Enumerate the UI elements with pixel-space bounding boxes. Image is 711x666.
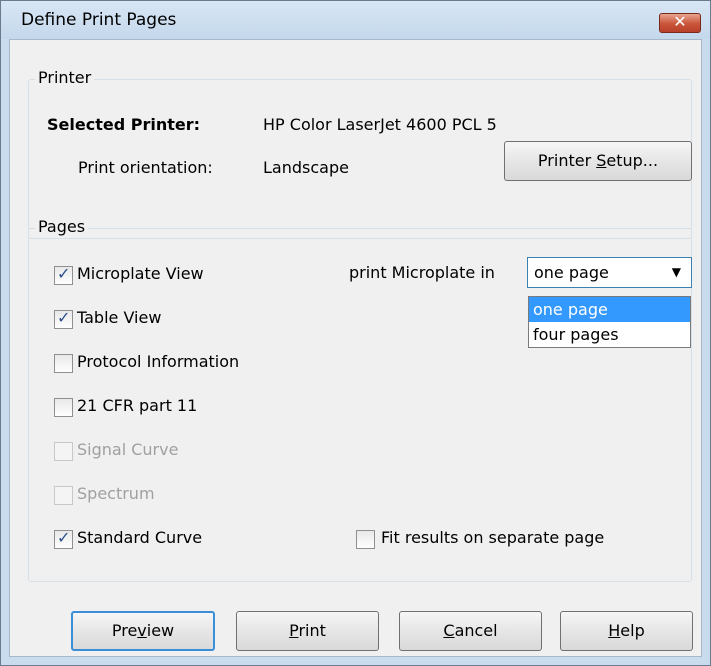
preview-accel: v — [137, 621, 147, 640]
dialog-title: Define Print Pages — [21, 10, 177, 30]
print-orientation-value: Landscape — [263, 158, 349, 177]
printer-setup-accel: S — [596, 151, 607, 170]
help-button[interactable]: Help — [560, 611, 693, 651]
print-button[interactable]: Print — [236, 611, 379, 651]
fit-results-checkbox[interactable] — [356, 530, 375, 549]
spectrum-label: Spectrum — [77, 484, 155, 503]
fit-results-label: Fit results on separate page — [381, 528, 605, 547]
cfr-part-11-label: 21 CFR part 11 — [77, 396, 198, 415]
table-view-label: Table View — [77, 308, 162, 327]
selected-printer-value: HP Color LaserJet 4600 PCL 5 — [263, 115, 497, 134]
preview-label-post: iew — [146, 621, 175, 640]
signal-curve-label: Signal Curve — [77, 440, 179, 459]
printer-setup-label-pre: Printer — [537, 151, 597, 170]
define-print-pages-dialog: Define Print Pages ✕ Printer Selected Pr… — [0, 0, 711, 666]
dropdown-option-four-pages[interactable]: four pages — [529, 322, 690, 347]
title-bar[interactable]: Define Print Pages ✕ — [1, 1, 710, 39]
microplate-pages-dropdown: one page four pages — [528, 296, 691, 348]
microplate-pages-select-value: one page — [534, 263, 609, 282]
printer-group-label: Printer — [35, 68, 95, 87]
preview-label-pre: Pre — [111, 621, 138, 640]
cfr-part-11-checkbox[interactable] — [54, 398, 73, 417]
selected-printer-label: Selected Printer: — [47, 115, 200, 134]
pages-group-label: Pages — [35, 217, 89, 236]
print-microplate-label: print Microplate in — [349, 263, 495, 282]
print-orientation-label: Print orientation: — [78, 158, 213, 177]
protocol-information-label: Protocol Information — [77, 352, 240, 371]
help-label-post: elp — [620, 621, 645, 640]
standard-curve-checkbox[interactable] — [54, 528, 73, 549]
spectrum-checkbox — [54, 486, 73, 505]
chevron-down-icon: ▼ — [671, 265, 681, 279]
microplate-pages-select[interactable]: one page ▼ — [527, 257, 692, 288]
microplate-view-checkbox[interactable] — [54, 264, 73, 285]
cancel-button[interactable]: Cancel — [399, 611, 542, 651]
table-view-checkbox[interactable] — [54, 308, 73, 329]
microplate-view-label: Microplate View — [77, 264, 204, 283]
dropdown-option-one-page[interactable]: one page — [529, 297, 690, 322]
cancel-accel: C — [443, 621, 455, 640]
printer-setup-button[interactable]: Printer Setup... — [504, 141, 692, 181]
dialog-body: Printer Selected Printer: HP Color Laser… — [9, 39, 702, 657]
protocol-information-checkbox[interactable] — [54, 354, 73, 373]
signal-curve-checkbox — [54, 442, 73, 461]
standard-curve-label: Standard Curve — [77, 528, 203, 547]
printer-setup-label-post: etup... — [606, 151, 659, 170]
help-accel: H — [608, 621, 621, 640]
close-icon: ✕ — [673, 12, 687, 31]
close-button[interactable]: ✕ — [659, 12, 701, 33]
preview-button[interactable]: Preview — [71, 611, 215, 651]
cancel-label-post: ancel — [454, 621, 498, 640]
print-label-post: rint — [298, 621, 326, 640]
